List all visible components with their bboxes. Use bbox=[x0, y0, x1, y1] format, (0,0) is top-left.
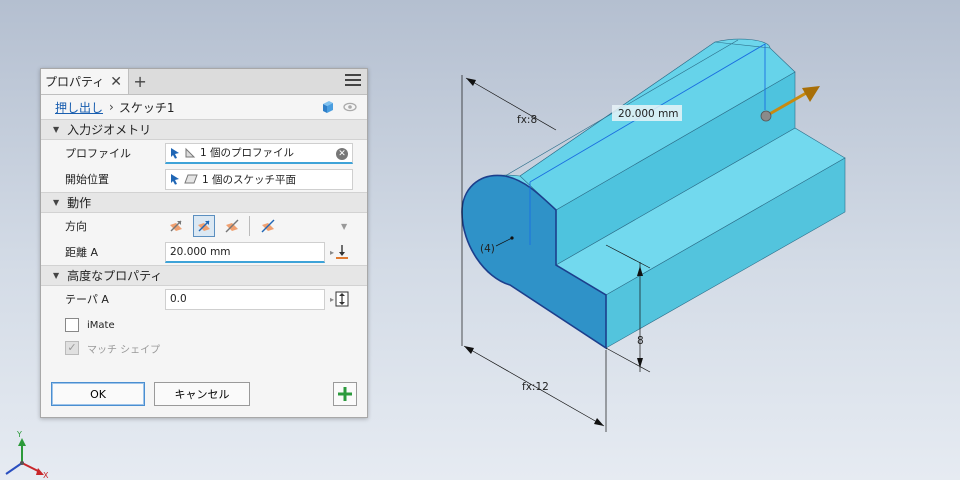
breadcrumb-extrude-link[interactable]: 押し出し bbox=[55, 99, 103, 116]
direction-flipped-icon bbox=[198, 220, 210, 232]
select-cursor-icon bbox=[171, 147, 179, 159]
collapse-triangle-icon: ▼ bbox=[53, 271, 60, 280]
sketch-plane-icon bbox=[184, 174, 198, 184]
collapse-triangle-icon: ▼ bbox=[53, 198, 60, 207]
section-advanced-title: 高度なプロパティ bbox=[67, 269, 163, 283]
direction-default-icon bbox=[170, 220, 182, 232]
direction-divider bbox=[249, 216, 250, 236]
breadcrumb: 押し出し › スケッチ1 bbox=[41, 95, 367, 119]
direction-row: 方向 ▼ bbox=[41, 213, 367, 239]
imate-row: iMate bbox=[41, 312, 367, 338]
section-advanced[interactable]: ▼ 高度なプロパティ bbox=[41, 265, 367, 286]
cancel-button[interactable]: キャンセル bbox=[154, 382, 250, 406]
section-input-geometry-title: 入力ジオメトリ bbox=[67, 123, 152, 137]
taper-value: 0.0 bbox=[170, 293, 187, 305]
visibility-eye-icon[interactable] bbox=[343, 102, 357, 112]
breadcrumb-sketch: スケッチ1 bbox=[118, 100, 175, 115]
imate-checkbox[interactable] bbox=[65, 318, 79, 332]
direction-asymmetric-button[interactable] bbox=[257, 215, 279, 237]
extrusion-preview-part[interactable] bbox=[461, 38, 846, 350]
dimension-radius-text: (4) bbox=[480, 243, 495, 255]
match-shape-checkbox: ✓ bbox=[65, 341, 79, 355]
distance-value: 20.000 mm bbox=[170, 245, 231, 258]
start-row: 開始位置 1 個のスケッチ平面 bbox=[41, 166, 367, 192]
direction-dropdown-icon[interactable]: ▼ bbox=[341, 222, 347, 231]
select-cursor-icon bbox=[171, 174, 179, 185]
distance-input[interactable]: 20.000 mm bbox=[165, 241, 325, 263]
direction-asymmetric-icon bbox=[261, 219, 275, 233]
match-shape-row: ✓ マッチ シェイプ bbox=[41, 338, 367, 358]
distance-row: 距離 A 20.000 mm ▸ bbox=[41, 239, 367, 265]
tab-properties-label: プロパティ bbox=[45, 75, 105, 89]
dimension-width-text: fx:12 bbox=[522, 381, 549, 393]
ok-button[interactable]: OK bbox=[51, 382, 145, 406]
section-behavior[interactable]: ▼ 動作 bbox=[41, 192, 367, 213]
tab-add-icon[interactable]: + bbox=[129, 69, 151, 94]
taper-label: テーパ A bbox=[65, 293, 109, 306]
tab-close-icon[interactable]: ✕ bbox=[110, 74, 122, 90]
dimension-step-text: 8 bbox=[637, 335, 644, 347]
solid-body-icon[interactable] bbox=[321, 100, 335, 114]
breadcrumb-separator: › bbox=[109, 100, 114, 114]
taper-input[interactable]: 0.0 bbox=[165, 288, 325, 310]
taper-flip-icon[interactable] bbox=[335, 291, 349, 307]
collapse-triangle-icon: ▼ bbox=[53, 125, 60, 134]
view-triad[interactable]: Y X bbox=[5, 430, 49, 480]
direction-default-button[interactable] bbox=[165, 215, 187, 237]
section-behavior-title: 動作 bbox=[67, 196, 92, 210]
section-input-geometry[interactable]: ▼ 入力ジオメトリ bbox=[41, 119, 367, 140]
profile-selector[interactable]: 1 個のプロファイル ✕ bbox=[165, 142, 353, 164]
imate-label: iMate bbox=[87, 319, 115, 331]
dimension-height-text: fx:8 bbox=[517, 114, 537, 126]
dimension-length[interactable]: 20.000 mm bbox=[612, 105, 682, 121]
direction-label: 方向 bbox=[65, 220, 87, 233]
profile-icon bbox=[185, 147, 196, 157]
triad-x-label: X bbox=[43, 471, 49, 480]
plus-icon bbox=[338, 387, 352, 401]
clear-selection-icon[interactable]: ✕ bbox=[336, 147, 348, 160]
profile-value: 1 個のプロファイル bbox=[200, 147, 295, 159]
start-selector[interactable]: 1 個のスケッチ平面 bbox=[165, 168, 353, 190]
direction-flipped-button[interactable] bbox=[193, 215, 215, 237]
profile-label: プロファイル bbox=[65, 147, 131, 160]
dimension-length-text: 20.000 mm bbox=[618, 108, 679, 120]
panel-menu-icon[interactable] bbox=[345, 74, 361, 88]
apply-plus-button[interactable] bbox=[333, 382, 357, 406]
dimension-width[interactable]: fx:12 bbox=[463, 345, 607, 432]
panel-tabbar: プロパティ ✕ + bbox=[41, 69, 367, 95]
tab-properties[interactable]: プロパティ ✕ bbox=[41, 69, 130, 94]
properties-panel: プロパティ ✕ + 押し出し › スケッチ1 ▼ 入力ジオメトリ プロファイル bbox=[40, 68, 368, 418]
taper-row: テーパ A 0.0 ▸ bbox=[41, 286, 367, 312]
triad-y-label: Y bbox=[16, 430, 22, 439]
match-shape-label: マッチ シェイプ bbox=[87, 344, 161, 356]
profile-row: プロファイル 1 個のプロファイル ✕ bbox=[41, 140, 367, 166]
distance-label: 距離 A bbox=[65, 246, 99, 259]
distance-to-surface-icon[interactable] bbox=[335, 244, 349, 260]
start-label: 開始位置 bbox=[65, 173, 109, 186]
start-value: 1 個のスケッチ平面 bbox=[202, 173, 297, 186]
direction-symmetric-button[interactable] bbox=[221, 215, 243, 237]
direction-symmetric-icon bbox=[225, 219, 239, 233]
